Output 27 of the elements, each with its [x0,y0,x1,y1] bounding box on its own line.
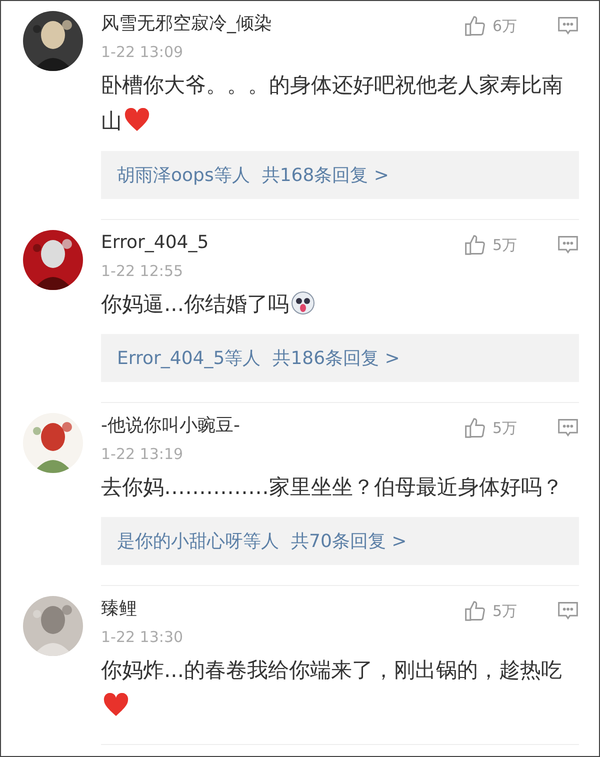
username[interactable]: 风雪无邪空寂冷_倾染 [101,11,464,37]
comment-text: 去你妈……………家里坐坐？伯母最近身体好吗？ [101,474,564,501]
comment-icon[interactable] [557,417,579,439]
timestamp: 1-22 13:30 [101,628,184,646]
comment-icon[interactable] [557,600,579,622]
comment-text: 你妈逼...你结婚了吗 [101,286,579,322]
comment-icon[interactable] [557,15,579,37]
replies-link[interactable]: 胡雨泽oops等人 共168条回复 > [101,151,579,199]
comment-text: 卧槽你大爷。。。的身体还好吧祝他老人家寿比南山 [101,72,564,135]
like-count: 6万 [492,16,517,36]
like-count: 5万 [492,602,517,620]
username[interactable]: -他说你叫小豌豆- [101,413,464,439]
thumbs-up-icon[interactable] [464,15,486,37]
replies-link[interactable]: 是你的小甜心呀等人 共70条回复 > [101,517,579,565]
username[interactable]: 臻鲤 [101,596,464,622]
thumbs-up-icon[interactable] [464,417,486,439]
like-count: 5万 [492,236,517,254]
comment-icon[interactable] [557,234,579,256]
like-count: 5万 [492,418,517,438]
timestamp: 1-22 13:19 [101,445,184,463]
username[interactable]: Error_404_5 [101,230,464,256]
timestamp: 1-22 12:55 [101,262,184,280]
timestamp: 1-22 13:09 [101,43,184,61]
thumbs-up-icon[interactable] [464,600,486,622]
comment-text: 你妈炸...的春卷我给你端来了，刚出锅的，趁热吃 [101,652,579,724]
thumbs-up-icon[interactable] [464,234,486,256]
replies-link[interactable]: Error_404_5等人 共186条回复 > [101,334,579,382]
